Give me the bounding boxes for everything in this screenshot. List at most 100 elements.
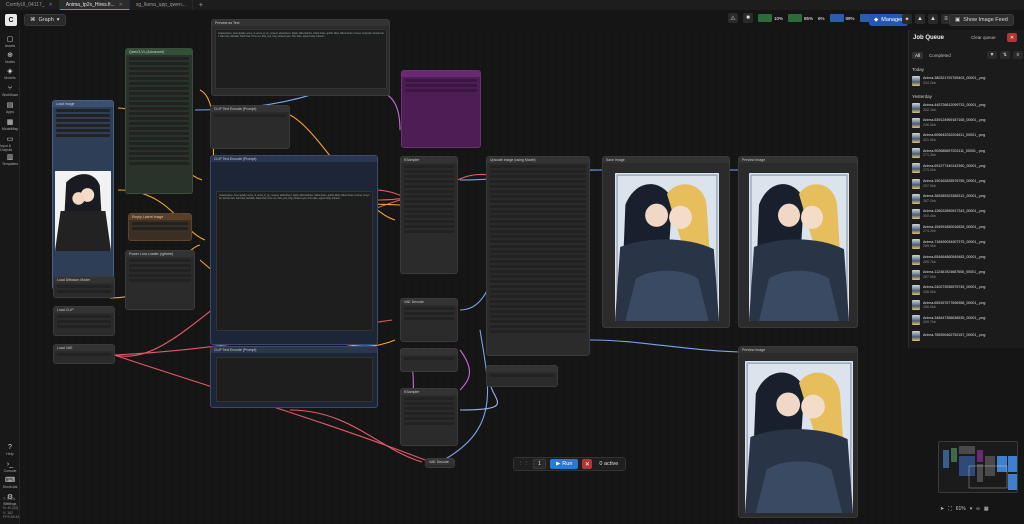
node-upscale[interactable]: Upscale Image (using Model)	[486, 156, 590, 356]
show-image-feed-button[interactable]: ▣ Show Image Feed	[949, 14, 1014, 26]
sort-icon[interactable]: ⇅	[1000, 51, 1010, 59]
node-preview-image-2[interactable]: Preview Image	[738, 346, 858, 518]
sidebar-label: Models	[4, 76, 16, 80]
negative-prompt-text[interactable]	[216, 357, 373, 402]
close-icon[interactable]: ✕	[49, 2, 53, 8]
list-item[interactable]: Anima-380321792765403_00001_.png 334.2kb	[912, 75, 1022, 86]
job-thumb	[912, 224, 920, 235]
node-title: Preview as Text	[212, 20, 389, 26]
list-item[interactable]: Anima-691277440142390_00001_.png 279.2kb	[912, 163, 1022, 174]
star-icon[interactable]: ✦	[902, 14, 912, 24]
node-qwen-vl[interactable]: Qwen3-VL (Advanced)	[125, 48, 193, 194]
sidebar-item-inputs-outputs[interactable]: ▭ Input & Outputs	[0, 136, 20, 152]
list-item[interactable]: Anima-902685897203111_00001_.png 271.3kb	[912, 148, 1022, 159]
sidebar-item-nodes[interactable]: ⊕ Nodes	[0, 52, 20, 64]
models-icon: ◈	[7, 68, 13, 75]
preview-text-area[interactable]: (masterpiece, best quality, score_9, sco…	[215, 29, 387, 89]
artwork	[55, 171, 111, 251]
list-item[interactable]: Anima-765390462752157_00001_.png	[912, 330, 1022, 341]
stat-line: N: 40 [40]	[3, 506, 19, 510]
job-size: 271.3kb	[923, 153, 936, 158]
sidebar-label: Console	[3, 469, 17, 473]
node-load-image[interactable]: Load Image	[52, 100, 114, 290]
triangle-icon[interactable]: ▲	[915, 14, 925, 24]
sidebar-item-models[interactable]: ◈ Models	[0, 68, 20, 80]
sidebar-item-workflows[interactable]: ⑂ Workflows	[0, 85, 20, 97]
list-item[interactable]: Anima-539124969187165_00001_.png 246.0kb	[912, 117, 1022, 128]
fit-view-icon[interactable]: ⛶	[948, 506, 952, 512]
widget-row	[129, 87, 189, 90]
graph-menu-button[interactable]: ⌘ Graph ▾	[24, 14, 66, 26]
sidebar-item-modelmap[interactable]: ▦ ModelMap	[0, 119, 20, 131]
node-purple-group[interactable]	[401, 70, 481, 148]
node-latent-upscale[interactable]	[400, 348, 458, 372]
node-load-vae[interactable]: Load VAE	[53, 344, 115, 364]
run-button[interactable]: ▶ Run	[550, 459, 579, 469]
map-toggle-icon[interactable]: ▦	[984, 506, 989, 512]
list-item[interactable]: Anima-190162835576755_00001_.png 297.0kb	[912, 178, 1022, 189]
list-item[interactable]: Anima-112461924667606_00001_.png 287.0kb	[912, 269, 1022, 280]
list-item[interactable]: Anima-154991850016528_00001_.png 274.2kb	[912, 224, 1022, 235]
node-ksampler-1[interactable]: KSampler	[400, 156, 458, 274]
node-load-diffusion[interactable]: Load Diffusion Model	[53, 276, 115, 298]
select-icon[interactable]: ➤	[940, 506, 944, 512]
sidebar-item-templates[interactable]: ▥ Templates	[0, 154, 20, 166]
node-load-clip[interactable]: Load CLIP	[53, 306, 115, 336]
close-panel-button[interactable]: ✕	[1007, 33, 1017, 42]
list-item[interactable]: Anima-240273936575745_00001_.png 336.0kb	[912, 284, 1022, 295]
drag-handle-icon[interactable]: ⋮⋮	[518, 461, 529, 467]
new-tab-icon[interactable]: +	[193, 2, 209, 9]
list-item[interactable]: Anima-718490034907375_00001_.png 289.0kb	[912, 239, 1022, 250]
node-preview-image-1[interactable]: Preview Image	[738, 156, 858, 328]
comfy-logo[interactable]: C	[5, 14, 17, 26]
graph-canvas[interactable]: Load Image Qwen3-VL (Advanced) Empty Lat…	[20, 19, 908, 524]
node-clip-text-encode-small[interactable]: CLIP Text Encode (Prompt)	[210, 105, 290, 149]
node-preview-as-text[interactable]: Preview as Text (masterpiece, best quali…	[211, 19, 390, 96]
node-title	[487, 366, 557, 372]
batch-count-input[interactable]: 1	[533, 459, 547, 469]
sidebar-item-assets[interactable]: ▢ Assets	[0, 36, 20, 48]
list-item[interactable]: Anima-365389323365312_00001_.png 287.2kb	[912, 193, 1022, 204]
puzzle-icon: ◆	[874, 17, 879, 23]
positive-prompt-text[interactable]: (masterpiece, best quality, score_9, sco…	[216, 191, 373, 331]
list-view-icon[interactable]: ≡	[1013, 51, 1023, 59]
node-power-lora[interactable]: Power Lora Loader (rgthree)	[125, 250, 195, 310]
node-ksampler-2[interactable]: KSampler	[400, 388, 458, 446]
tab-all[interactable]: All	[912, 52, 924, 59]
list-item[interactable]: Anima-654664860549483_00001_.png 285.7kb	[912, 254, 1022, 265]
node-positive-prompt[interactable]: CLIP Text Encode (Prompt) (masterpiece, …	[210, 155, 378, 345]
sidebar-item-console[interactable]: ›_ Console	[0, 461, 20, 473]
link-visibility-icon[interactable]: ∞	[976, 506, 980, 512]
list-item[interactable]: Anima-659157677696358_00001_.png 286.0kb	[912, 300, 1022, 311]
widget-row	[490, 200, 586, 203]
list-item[interactable]: Anima-445726612099733_00001_.png 302.1kb	[912, 102, 1022, 113]
minimap[interactable]	[938, 441, 1018, 493]
sidebar-item-apps[interactable]: ▤ Apps	[0, 102, 20, 114]
artwork-graphic	[55, 171, 111, 251]
tab-comfyui[interactable]: ComfyUI_04117_ ✕	[0, 0, 60, 10]
clear-queue-button[interactable]: Clear queue	[971, 35, 996, 40]
list-item[interactable]: Anima-609642032204611_00001_.png 321.5kb	[912, 132, 1022, 143]
tab-completed[interactable]: Completed	[926, 52, 954, 59]
chevron-down-icon[interactable]: ▾	[970, 506, 973, 512]
close-icon[interactable]: ✕	[119, 2, 123, 8]
node-save-image[interactable]: Save Image	[602, 156, 730, 328]
node-vae-decode-2[interactable]: VAE Decode	[425, 458, 455, 468]
zoom-level[interactable]: 61%	[956, 506, 966, 512]
tab-anima[interactable]: Anima_tp2x_Hires.fi... ✕	[59, 0, 130, 10]
node-empty-latent[interactable]: Empty Latent Image	[128, 213, 192, 241]
list-item[interactable]: Anima-126022890917343_00001_.png 300.4kb	[912, 208, 1022, 219]
node-upscale-model-loader[interactable]	[486, 365, 558, 387]
node-vae-decode[interactable]: VAE Decode	[400, 298, 458, 342]
sidebar-item-shortcuts[interactable]: ⌨ Shortcuts	[0, 477, 20, 489]
node-negative-prompt[interactable]: CLIP Text Encode (Prompt)	[210, 346, 378, 408]
job-thumb	[912, 269, 920, 280]
list-item[interactable]: Anima-348447356636535_00001_.png 269.7kb	[912, 315, 1022, 326]
triangle-alt-icon[interactable]: ▲	[928, 14, 938, 24]
cancel-run-button[interactable]: ✕	[582, 459, 593, 469]
tab-sg-llama[interactable]: sg_llama_upp_qwen...	[130, 0, 193, 10]
warning-icon[interactable]: ⚠	[728, 13, 738, 23]
sidebar-item-help[interactable]: ? Help	[0, 444, 20, 456]
stop-icon[interactable]: ■	[743, 13, 753, 23]
filter-icon[interactable]: ▼	[987, 51, 997, 59]
